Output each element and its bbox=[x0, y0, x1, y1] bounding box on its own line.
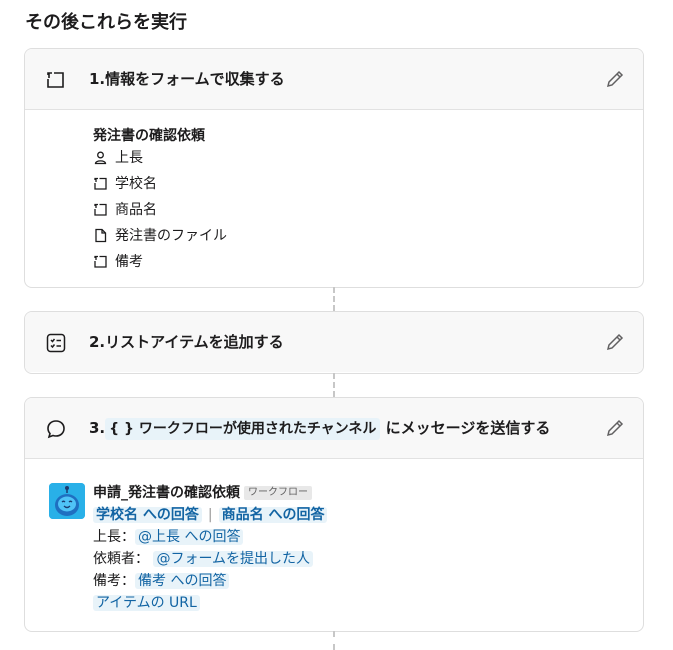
step-card-message: 3.{ } ワークフローが使用されたチャンネル にメッセージを送信する 申請_発… bbox=[24, 397, 644, 632]
variable-chip-manager[interactable]: @上長 への回答 bbox=[135, 529, 244, 545]
variable-chip-product[interactable]: 商品名 への回答 bbox=[218, 507, 328, 523]
message-header: 申請_発注書の確認依頼 ワークフロー bbox=[93, 482, 312, 502]
variable-chip-item-url[interactable]: アイテムの URL bbox=[93, 595, 200, 611]
variable-chip-school[interactable]: 学校名 への回答 bbox=[93, 507, 202, 523]
channel-variable-chip[interactable]: { } ワークフローが使用されたチャンネル bbox=[105, 418, 381, 440]
checklist-icon bbox=[46, 333, 66, 353]
workflow-badge: ワークフロー bbox=[244, 486, 312, 500]
text-field-icon bbox=[94, 203, 107, 216]
variable-chip-notes[interactable]: 備考 への回答 bbox=[135, 573, 230, 589]
field-label: 発注書のファイル bbox=[115, 228, 227, 244]
form-title: 発注書の確認依頼 bbox=[93, 128, 205, 144]
text-field-icon bbox=[47, 72, 64, 88]
robot-icon bbox=[49, 483, 85, 519]
line-label: 備考： bbox=[93, 573, 135, 589]
field-label: 商品名 bbox=[115, 202, 157, 218]
message-links: 学校名 への回答 | 商品名 への回答 bbox=[93, 504, 328, 524]
pencil-icon[interactable] bbox=[605, 332, 625, 352]
step-header[interactable]: 3.{ } ワークフローが使用されたチャンネル にメッセージを送信する bbox=[25, 398, 643, 459]
field-label: 学校名 bbox=[115, 176, 157, 192]
step-header[interactable]: 1.情報をフォームで収集する bbox=[25, 49, 643, 110]
section-title: その後これらを実行 bbox=[25, 12, 187, 33]
form-field: 備考 bbox=[93, 251, 143, 271]
step-title: 2.リストアイテムを追加する bbox=[89, 333, 284, 351]
message-bubble-icon bbox=[47, 420, 65, 439]
step-header[interactable]: 2.リストアイテムを追加する bbox=[25, 312, 643, 372]
step-title-suffix: にメッセージを送信する bbox=[385, 419, 551, 437]
step-connector bbox=[333, 373, 335, 397]
file-icon bbox=[95, 228, 107, 242]
message-line: 依頼者： @フォームを提出した人 bbox=[93, 548, 314, 568]
line-label: 依頼者： bbox=[93, 551, 149, 567]
step-card-list: 2.リストアイテムを追加する bbox=[24, 311, 644, 374]
form-field: 学校名 bbox=[93, 173, 157, 193]
form-field: 発注書のファイル bbox=[93, 225, 227, 245]
person-icon bbox=[94, 151, 107, 164]
text-field-icon bbox=[94, 255, 107, 268]
sender-name: 申請_発注書の確認依頼 bbox=[93, 485, 240, 501]
form-field: 商品名 bbox=[93, 199, 157, 219]
message-line: 上長： @上長 への回答 bbox=[93, 526, 244, 546]
line-label: 上長： bbox=[93, 529, 135, 545]
form-field: 上長 bbox=[93, 147, 143, 167]
step-connector bbox=[333, 631, 335, 650]
variable-chip-requester[interactable]: @フォームを提出した人 bbox=[153, 551, 314, 567]
step-connector bbox=[333, 287, 335, 311]
field-label: 上長 bbox=[115, 150, 143, 166]
message-line: アイテムの URL bbox=[93, 592, 200, 612]
message-line: 備考： 備考 への回答 bbox=[93, 570, 230, 590]
text-field-icon bbox=[94, 177, 107, 190]
step-title: 1.情報をフォームで収集する bbox=[89, 70, 285, 88]
workflow-bot-avatar bbox=[49, 483, 85, 519]
pencil-icon[interactable] bbox=[605, 418, 625, 438]
separator: | bbox=[207, 507, 213, 523]
step-card-form: 1.情報をフォームで収集する 発注書の確認依頼 上長 学校名 商品名 発注書のフ… bbox=[24, 48, 644, 288]
pencil-icon[interactable] bbox=[605, 69, 625, 89]
step-title: 3.{ } ワークフローが使用されたチャンネル にメッセージを送信する bbox=[89, 398, 550, 458]
field-label: 備考 bbox=[115, 254, 143, 270]
step-number: 3. bbox=[89, 419, 106, 437]
